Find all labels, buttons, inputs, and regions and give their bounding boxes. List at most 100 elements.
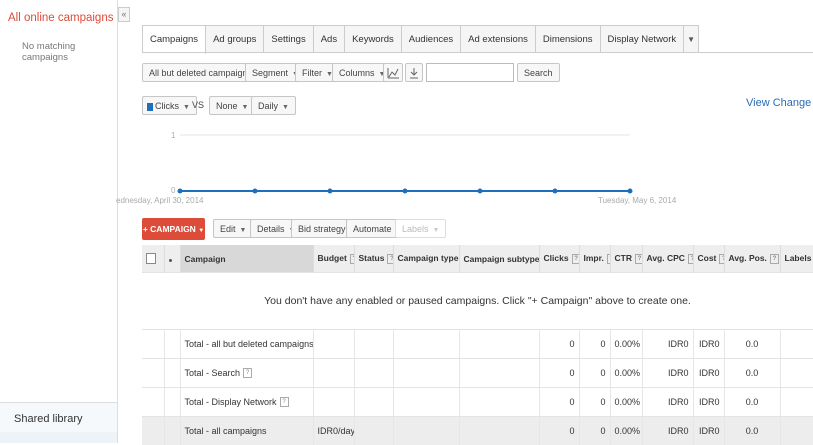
- chevron-down-icon: ▼: [183, 104, 190, 111]
- clicks-data-point[interactable]: [628, 189, 633, 194]
- clicks-data-point[interactable]: [178, 189, 183, 194]
- tab-display-network[interactable]: Display Network: [601, 26, 685, 53]
- header-status[interactable]: Status?: [354, 245, 393, 273]
- total-empty-cell: [459, 359, 539, 388]
- help-icon[interactable]: ?: [635, 254, 642, 264]
- empty-message-row: You don't have any enabled or paused cam…: [142, 273, 813, 330]
- help-icon[interactable]: ?: [280, 397, 289, 407]
- header-avg-pos[interactable]: Avg. Pos.?: [724, 245, 780, 273]
- total-empty-cell: [393, 417, 459, 445]
- tab-campaigns[interactable]: Campaigns: [143, 26, 206, 54]
- search-button[interactable]: Search: [517, 63, 560, 82]
- header-cost[interactable]: Cost?: [693, 245, 724, 273]
- header-campaign-type[interactable]: Campaign type?: [393, 245, 459, 273]
- empty-message: You don't have any enabled or paused cam…: [142, 273, 813, 330]
- sidebar-title[interactable]: All online campaigns: [8, 12, 113, 24]
- edit-dropdown[interactable]: Edit▼: [213, 219, 253, 238]
- header-clicks[interactable]: Clicks?: [539, 245, 579, 273]
- header-cost-label: Cost: [698, 253, 717, 263]
- total-cost-value: IDR0: [699, 368, 720, 378]
- view-change-history-link[interactable]: View Change Histor: [746, 97, 813, 109]
- main-panel: Campaigns Ad groups Settings Ads Keyword…: [130, 0, 813, 443]
- total-ctr: 0.00%: [610, 359, 642, 388]
- total-avg-cpc: IDR0: [642, 388, 693, 417]
- tabs-divider: [142, 52, 813, 53]
- add-campaign-label: + CAMPAIGN: [143, 224, 196, 234]
- clicks-data-point[interactable]: [253, 189, 258, 194]
- header-campaign[interactable]: Campaign: [180, 245, 313, 273]
- tab-ad-extensions[interactable]: Ad extensions: [461, 26, 536, 53]
- header-campaign-subtype[interactable]: Campaign subtype: [459, 245, 539, 273]
- tab-settings[interactable]: Settings: [264, 26, 313, 53]
- tab-audiences[interactable]: Audiences: [402, 26, 461, 53]
- total-avg-pos: 0.0: [724, 359, 780, 388]
- help-icon[interactable]: ?: [243, 368, 252, 378]
- total-label-value: Total - all but deleted campaigns: [185, 339, 314, 349]
- clicks-data-point[interactable]: [553, 189, 558, 194]
- x-axis-start-label: ednesday, April 30, 2014: [116, 196, 203, 205]
- help-icon[interactable]: ?: [350, 254, 354, 264]
- total-clicks-value: 0: [569, 368, 574, 378]
- help-icon[interactable]: ?: [719, 254, 724, 264]
- bid-strategy-label: Bid strategy: [298, 224, 346, 234]
- search-input[interactable]: [426, 63, 514, 82]
- shared-library[interactable]: Shared library: [0, 402, 117, 433]
- metric2-dropdown[interactable]: None▼: [209, 96, 255, 115]
- header-budget[interactable]: Budget?: [313, 245, 354, 273]
- tab-dimensions[interactable]: Dimensions: [536, 26, 601, 53]
- help-icon[interactable]: ?: [572, 254, 579, 264]
- total-impr: 0: [579, 330, 610, 359]
- clicks-data-point[interactable]: [403, 189, 408, 194]
- sidebar-empty-text: No matching campaigns: [22, 41, 117, 63]
- edit-label: Edit: [220, 224, 236, 234]
- details-label: Details: [257, 224, 285, 234]
- campaign-filter-label: All but deleted campaigns: [149, 68, 252, 78]
- total-clicks-value: 0: [569, 397, 574, 407]
- performance-chart: 1 0 ednesday, April 30, 2014 Tuesday, Ma…: [130, 125, 813, 210]
- tab-ad-groups[interactable]: Ad groups: [206, 26, 264, 53]
- clicks-data-point[interactable]: [478, 189, 483, 194]
- total-impr-value: 0: [600, 426, 605, 436]
- help-icon[interactable]: ?: [770, 254, 779, 264]
- download-button[interactable]: [405, 63, 423, 82]
- total-clicks: 0: [539, 359, 579, 388]
- more-tabs-icon[interactable]: ▼: [684, 26, 698, 53]
- metric2-label: None: [216, 101, 238, 111]
- metric1-dropdown[interactable]: Clicks▼: [142, 96, 197, 115]
- total-cost: IDR0: [693, 359, 724, 388]
- header-budget-label: Budget: [318, 253, 347, 263]
- select-all-checkbox[interactable]: [146, 253, 156, 264]
- help-icon[interactable]: ?: [387, 254, 393, 264]
- period-dropdown[interactable]: Daily▼: [251, 96, 296, 115]
- header-labels[interactable]: Labels?: [780, 245, 813, 273]
- header-ctr[interactable]: CTR?: [610, 245, 642, 273]
- shared-library-label: Shared library: [14, 413, 82, 425]
- total-empty-cell: [393, 388, 459, 417]
- total-avg-pos-value: 0.0: [746, 397, 759, 407]
- tab-ads[interactable]: Ads: [314, 26, 345, 53]
- total-cost: IDR0: [693, 330, 724, 359]
- header-impr[interactable]: Impr.?: [579, 245, 610, 273]
- chart-toggle-button[interactable]: [383, 63, 403, 82]
- help-icon[interactable]: ?: [688, 254, 693, 264]
- total-empty-cell: [164, 330, 180, 359]
- total-empty-cell: [164, 359, 180, 388]
- add-campaign-button[interactable]: + CAMPAIGN ▼: [142, 218, 205, 240]
- total-avg-pos: 0.0: [724, 417, 780, 445]
- total-clicks-value: 0: [569, 339, 574, 349]
- total-budget: [313, 359, 354, 388]
- total-empty-cell: [393, 359, 459, 388]
- clicks-data-point[interactable]: [328, 189, 333, 194]
- header-avg-cpc[interactable]: Avg. CPC?: [642, 245, 693, 273]
- collapse-sidebar-icon[interactable]: «: [118, 7, 130, 22]
- total-avg-pos: 0.0: [724, 388, 780, 417]
- line-chart-icon: [384, 64, 402, 81]
- header-avg-pos-label: Avg. Pos.: [729, 253, 767, 263]
- total-ctr-value: 0.00%: [615, 426, 641, 436]
- labels-dropdown[interactable]: Labels▼: [395, 219, 446, 238]
- total-ctr-value: 0.00%: [615, 397, 641, 407]
- series-color-swatch: [147, 103, 153, 111]
- tab-keywords[interactable]: Keywords: [345, 26, 402, 53]
- chevron-down-icon: ▼: [198, 228, 204, 234]
- total-empty-cell: [142, 359, 164, 388]
